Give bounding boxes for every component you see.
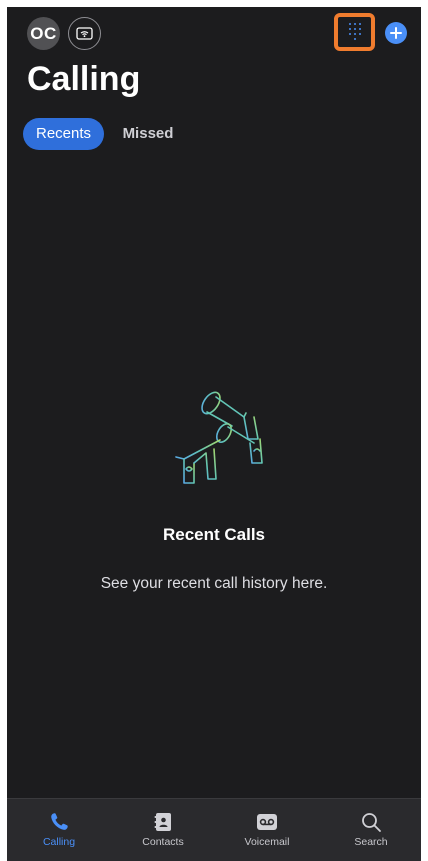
tabbar-item-voicemail[interactable]: Voicemail	[215, 799, 319, 861]
tabbar-label: Voicemail	[244, 836, 290, 848]
presence-status-button[interactable]	[68, 17, 101, 50]
avatar[interactable]: OC	[27, 17, 60, 50]
tab-missed[interactable]: Missed	[117, 118, 179, 150]
calling-screen: OC Calling Recents Missed Recent Calls S…	[7, 7, 421, 861]
search-icon	[362, 813, 381, 832]
empty-state-description: See your recent call history here.	[100, 575, 328, 592]
add-call-button[interactable]	[385, 22, 407, 44]
voicemail-icon	[257, 814, 277, 830]
empty-state: Recent Calls See your recent call histor…	[7, 377, 421, 593]
page-title: Calling	[27, 60, 141, 98]
empty-state-title: Recent Calls	[162, 525, 266, 544]
tabbar-label: Contacts	[142, 836, 184, 848]
tabbar-label: Calling	[42, 836, 76, 848]
plus-icon	[390, 27, 402, 39]
device-status-icon	[76, 27, 93, 40]
tabbar-label: Search	[354, 836, 388, 848]
bottom-tab-bar: Calling Contacts Voicemail Search	[7, 798, 421, 861]
tabbar-item-contacts[interactable]: Contacts	[111, 799, 215, 861]
dialpad-icon	[349, 23, 361, 40]
dialpad-button[interactable]	[334, 13, 375, 51]
trumpets-illustration-icon	[175, 391, 263, 484]
tabbar-item-search[interactable]: Search	[319, 799, 421, 861]
contacts-icon	[154, 813, 171, 831]
top-bar: OC	[7, 7, 421, 59]
tab-recents[interactable]: Recents	[23, 118, 104, 150]
phone-icon	[51, 813, 68, 830]
tabbar-item-calling[interactable]: Calling	[7, 799, 111, 861]
